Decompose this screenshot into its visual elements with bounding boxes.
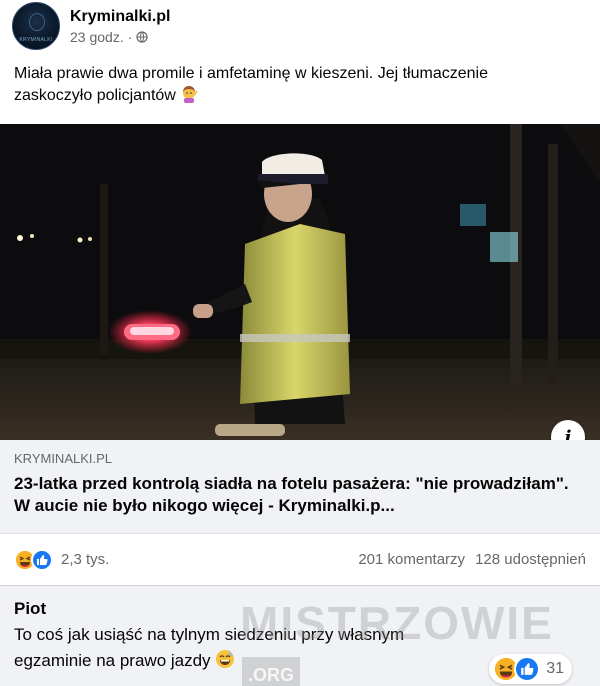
header-text: Kryminalki.pl 23 godz. ·: [70, 7, 170, 47]
comment-body: To coś jak usiąść na tylnym siedzeniu pr…: [14, 622, 484, 674]
comment-text: To coś jak usiąść na tylnym siedzeniu pr…: [14, 625, 405, 670]
like-reaction-icon: [31, 548, 53, 571]
post-header: KRYMINALKI Kryminalki.pl 23 godz. ·: [12, 2, 170, 50]
grinning-sweat-emoji: [215, 649, 235, 669]
page-name[interactable]: Kryminalki.pl: [70, 7, 170, 27]
post-meta: 23 godz. ·: [70, 27, 170, 47]
comment: MISTRZOWIE.ORG Piot To coś jak usiąść na…: [0, 586, 600, 686]
comment-reactions[interactable]: 31: [489, 654, 572, 684]
post-text: Miała prawie dwa promile i amfetaminę w …: [14, 63, 584, 107]
post-time[interactable]: 23 godz.: [70, 27, 124, 47]
avatar-logo-mark: [29, 13, 45, 31]
link-title[interactable]: 23-latka przed kontrolą siadła na fotelu…: [14, 473, 574, 517]
post-text-line-2-wrap: zaskoczyło policjantów: [14, 85, 584, 107]
post-stats: 2,3 tys. 201 komentarzy 128 udostępnień: [0, 534, 600, 586]
globe-icon[interactable]: [136, 31, 148, 43]
police-night-photo: [0, 124, 600, 440]
comment-reactions-count: 31: [546, 660, 564, 677]
comments-count[interactable]: 201 komentarzy: [358, 551, 465, 568]
post-text-line-2: zaskoczyło policjantów: [14, 87, 176, 104]
shares-count[interactable]: 128 udostępnień: [475, 551, 586, 568]
engagement-counts: 201 komentarzy 128 udostępnień: [358, 551, 586, 568]
reactions-count[interactable]: 2,3 tys.: [61, 551, 109, 568]
meta-separator: ·: [127, 29, 133, 45]
like-reaction-icon: [514, 656, 541, 682]
link-preview[interactable]: KRYMINALKI.PL 23-latka przed kontrolą si…: [0, 440, 600, 534]
link-domain: KRYMINALKI.PL: [14, 451, 113, 466]
avatar-logo-text: KRYMINALKI: [19, 37, 53, 43]
post-text-line-1: Miała prawie dwa promile i amfetaminę w …: [14, 65, 488, 82]
person-gesturing-emoji: [180, 85, 199, 103]
link-preview-image[interactable]: i: [0, 124, 600, 440]
page-avatar[interactable]: KRYMINALKI: [12, 2, 60, 50]
reactions-summary[interactable]: 2,3 tys.: [14, 548, 109, 571]
comment-author[interactable]: Piot: [14, 598, 586, 620]
